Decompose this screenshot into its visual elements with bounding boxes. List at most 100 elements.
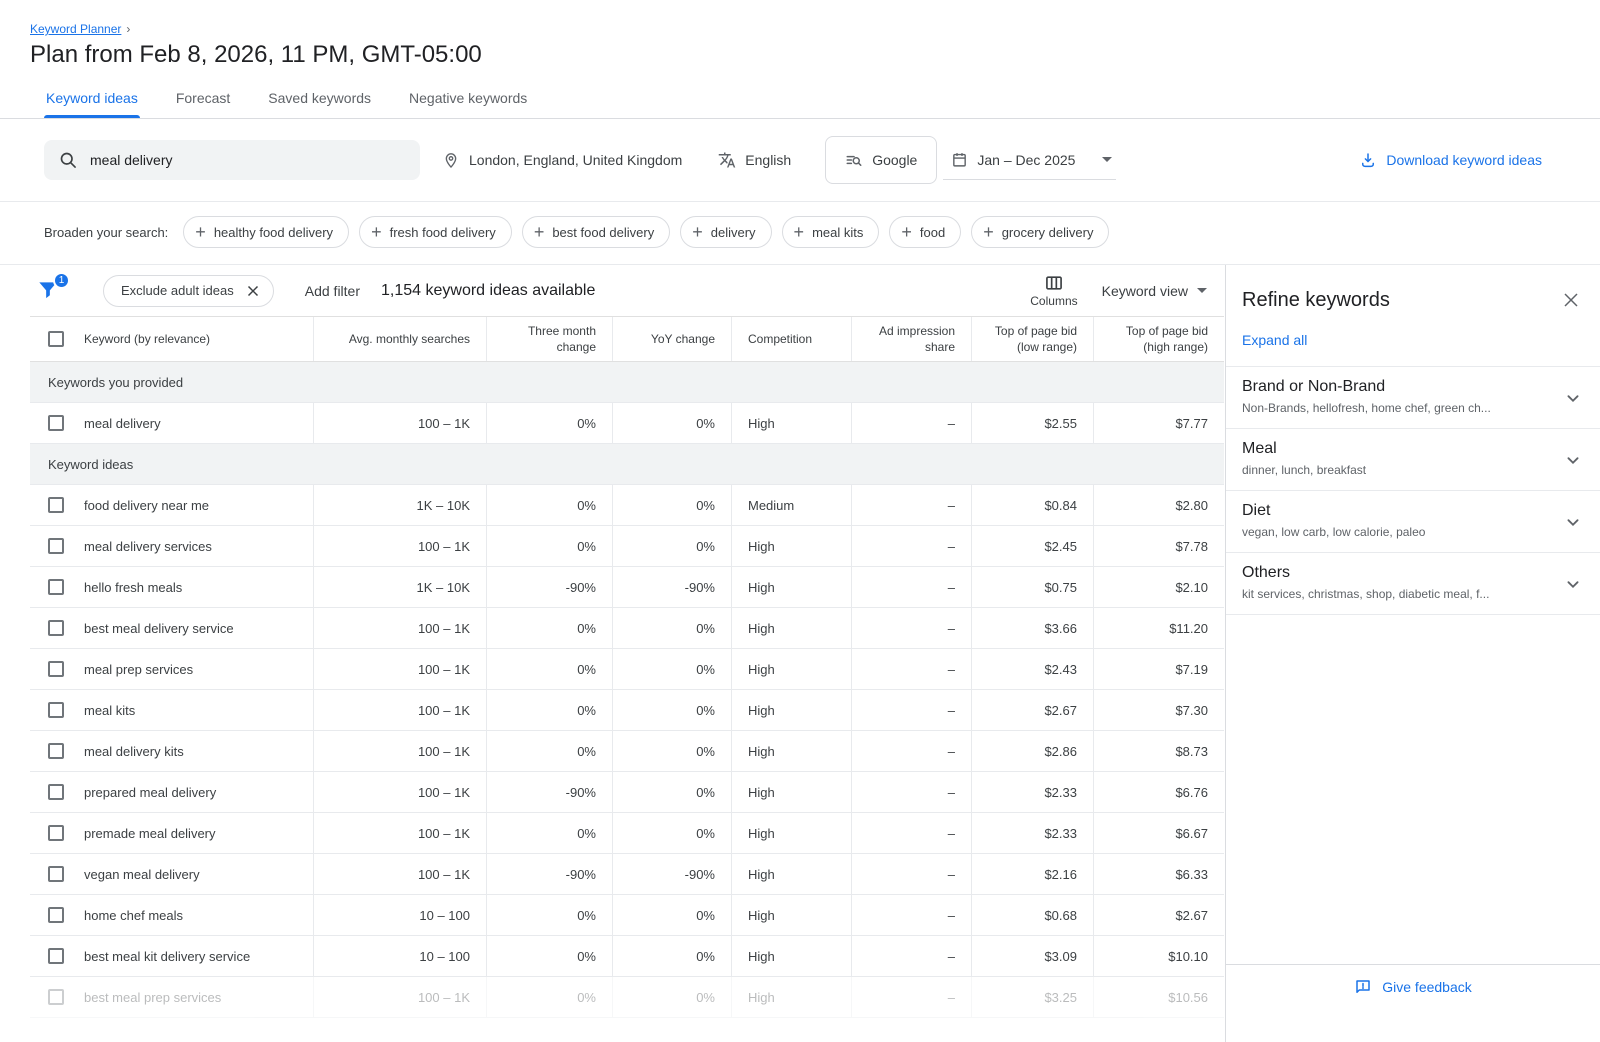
date-range-selector[interactable]: Jan – Dec 2025 <box>943 140 1116 180</box>
translate-icon <box>718 151 736 169</box>
table-row: prepared meal delivery100 – 1K-90%0%High… <box>30 772 1224 813</box>
broaden-chip-best-food-delivery[interactable]: +best food delivery <box>522 216 670 248</box>
three-month-cell: 0% <box>486 526 612 566</box>
page-title: Plan from Feb 8, 2026, 11 PM, GMT-05:00 <box>30 41 1570 69</box>
network-selector[interactable]: Google <box>825 136 937 184</box>
row-checkbox[interactable] <box>48 825 64 841</box>
row-checkbox[interactable] <box>48 907 64 923</box>
ad-share-cell: – <box>851 649 971 689</box>
column-header-label: YoY change <box>651 331 715 347</box>
breadcrumb-link[interactable]: Keyword Planner <box>30 22 121 36</box>
active-filter-chip[interactable]: Exclude adult ideas <box>103 275 274 307</box>
competition-cell: High <box>731 936 851 976</box>
refine-group-subtitle: kit services, christmas, shop, diabetic … <box>1242 587 1548 601</box>
column-header-top-of-page-bid-high-range[interactable]: Top of page bid (high range) <box>1093 317 1224 361</box>
ad-share-cell: – <box>851 608 971 648</box>
plus-icon: + <box>794 223 805 241</box>
location-pin-icon <box>442 151 460 169</box>
expand-all-link[interactable]: Expand all <box>1242 332 1307 348</box>
yoy-cell: 0% <box>612 731 731 771</box>
row-checkbox[interactable] <box>48 579 64 595</box>
view-selector[interactable]: Keyword view <box>1102 283 1211 299</box>
searches-cell: 100 – 1K <box>313 772 486 812</box>
columns-label: Columns <box>1030 294 1077 308</box>
broaden-chip-healthy-food-delivery[interactable]: +healthy food delivery <box>183 216 349 248</box>
bid-low-cell: $3.09 <box>971 936 1093 976</box>
give-feedback-button[interactable]: Give feedback <box>1354 978 1472 996</box>
column-header-three-month-change[interactable]: Three month change <box>486 317 612 361</box>
broaden-chip-delivery[interactable]: +delivery <box>680 216 771 248</box>
refine-group-meal[interactable]: Mealdinner, lunch, breakfast <box>1226 428 1600 490</box>
searches-cell: 100 – 1K <box>313 649 486 689</box>
bid-low-cell: $2.33 <box>971 813 1093 853</box>
refine-group-brand-or-non-brand[interactable]: Brand or Non-BrandNon-Brands, hellofresh… <box>1226 366 1600 428</box>
broaden-chip-grocery-delivery[interactable]: +grocery delivery <box>971 216 1109 248</box>
row-checkbox[interactable] <box>48 661 64 677</box>
keyword-search-box[interactable] <box>44 140 420 180</box>
column-header-top-of-page-bid-low-range[interactable]: Top of page bid (low range) <box>971 317 1093 361</box>
row-checkbox[interactable] <box>48 948 64 964</box>
row-checkbox[interactable] <box>48 538 64 554</box>
row-checkbox[interactable] <box>48 415 64 431</box>
ad-share-cell: – <box>851 813 971 853</box>
filter-funnel-icon[interactable]: 1 <box>35 277 63 305</box>
plus-icon: + <box>195 223 206 241</box>
column-header-yoy-change[interactable]: YoY change <box>612 317 731 361</box>
broaden-chip-fresh-food-delivery[interactable]: +fresh food delivery <box>359 216 512 248</box>
results-summary: 1,154 keyword ideas available <box>381 282 595 300</box>
language-selector[interactable]: English <box>718 151 791 169</box>
remove-filter-icon[interactable] <box>246 284 260 298</box>
columns-button[interactable]: Columns <box>1030 273 1077 308</box>
tab-negative-keywords[interactable]: Negative keywords <box>407 81 529 118</box>
bid-high-cell: $7.77 <box>1093 403 1224 443</box>
tab-forecast[interactable]: Forecast <box>174 81 232 118</box>
refine-group-subtitle: vegan, low carb, low calorie, paleo <box>1242 525 1548 539</box>
row-checkbox[interactable] <box>48 989 64 1005</box>
searches-cell: 1K – 10K <box>313 567 486 607</box>
table-row: food delivery near me1K – 10K0%0%Medium–… <box>30 485 1224 526</box>
ad-share-cell: – <box>851 690 971 730</box>
add-filter-button[interactable]: Add filter <box>305 283 360 299</box>
tab-keyword-ideas[interactable]: Keyword ideas <box>44 81 140 118</box>
searches-cell: 100 – 1K <box>313 526 486 566</box>
row-checkbox[interactable] <box>48 497 64 513</box>
broaden-chip-label: food <box>920 225 945 240</box>
panel-spacer <box>1226 615 1600 964</box>
bid-high-cell: $2.67 <box>1093 895 1224 935</box>
breadcrumb[interactable]: Keyword Planner › <box>30 22 130 36</box>
location-selector[interactable]: London, England, United Kingdom <box>442 151 682 169</box>
search-input[interactable] <box>90 152 406 168</box>
column-header-competition[interactable]: Competition <box>731 317 851 361</box>
broaden-chip-meal-kits[interactable]: + meal kits <box>782 216 880 248</box>
refine-group-subtitle: Non-Brands, hellofresh, home chef, green… <box>1242 401 1548 415</box>
broaden-chip-food[interactable]: +food <box>889 216 961 248</box>
download-icon <box>1359 151 1377 169</box>
row-checkbox[interactable] <box>48 743 64 759</box>
three-month-cell: 0% <box>486 485 612 525</box>
row-checkbox[interactable] <box>48 784 64 800</box>
row-checkbox[interactable] <box>48 866 64 882</box>
keyword-cell: prepared meal delivery <box>30 772 313 812</box>
table-row: hello fresh meals1K – 10K-90%-90%High–$0… <box>30 567 1224 608</box>
close-icon[interactable] <box>1560 289 1582 311</box>
searches-cell: 10 – 100 <box>313 936 486 976</box>
bid-high-cell: $6.67 <box>1093 813 1224 853</box>
row-checkbox[interactable] <box>48 620 64 636</box>
table-row: meal kits100 – 1K0%0%High–$2.67$7.30 <box>30 690 1224 731</box>
tab-saved-keywords[interactable]: Saved keywords <box>266 81 373 118</box>
ad-share-cell: – <box>851 485 971 525</box>
competition-cell: High <box>731 977 851 1017</box>
three-month-cell: 0% <box>486 649 612 689</box>
competition-cell: High <box>731 403 851 443</box>
refine-group-others[interactable]: Otherskit services, christmas, shop, dia… <box>1226 552 1600 614</box>
download-keyword-ideas-button[interactable]: Download keyword ideas <box>1359 151 1542 169</box>
row-checkbox[interactable] <box>48 702 64 718</box>
column-header-avg-monthly-searches[interactable]: Avg. monthly searches <box>313 317 486 361</box>
column-header-keyword-by-relevance[interactable]: Keyword (by relevance) <box>30 317 313 361</box>
keyword-label: food delivery near me <box>84 498 209 513</box>
column-header-ad-impression-share[interactable]: Ad impression share <box>851 317 971 361</box>
refine-group-diet[interactable]: Dietvegan, low carb, low calorie, paleo <box>1226 490 1600 552</box>
bid-low-cell: $0.68 <box>971 895 1093 935</box>
row-checkbox[interactable] <box>48 331 64 347</box>
broaden-chip-label: meal kits <box>812 225 863 240</box>
